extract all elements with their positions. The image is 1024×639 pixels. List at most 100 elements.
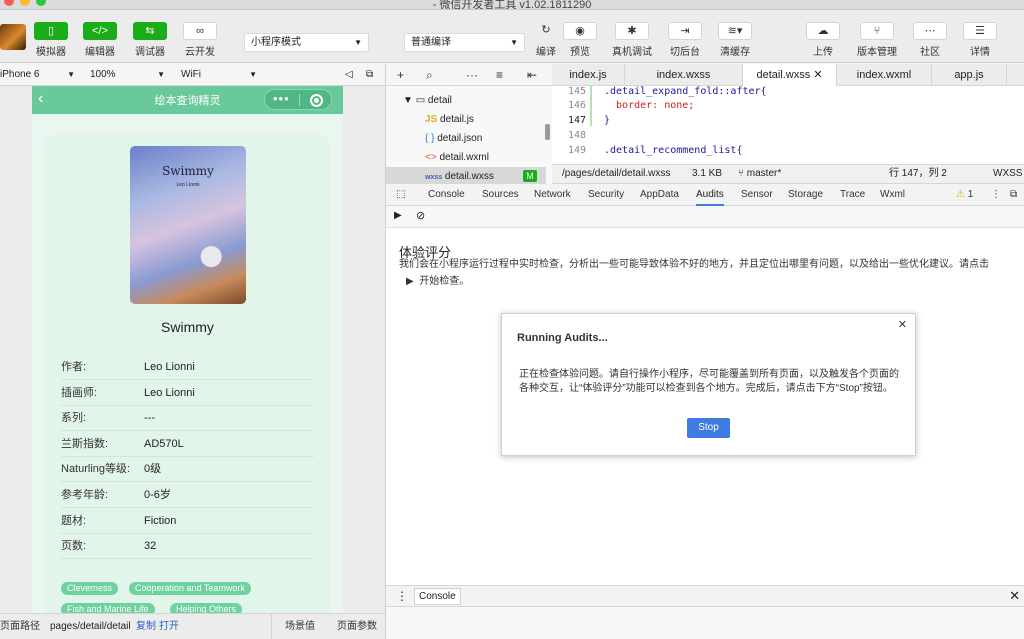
chevron-down-icon: ▼ — [510, 38, 518, 47]
tab-sources[interactable]: Sources — [482, 184, 519, 206]
tab-detail-wxss[interactable]: detail.wxss ✕ — [743, 64, 837, 87]
mode-select[interactable]: 小程序模式 ▼ — [244, 33, 369, 52]
tab-trace[interactable]: Trace — [840, 184, 865, 206]
upload-button[interactable]: ☁ 上传 — [799, 22, 847, 58]
editor-toggle[interactable]: </> 编辑器 — [76, 22, 124, 58]
stop-button[interactable]: Stop — [687, 418, 730, 438]
preview-button[interactable]: ◉ 预览 — [556, 22, 604, 58]
tab-index-wxss[interactable]: index.wxss — [625, 64, 743, 86]
detail-row: 页数: 32 — [61, 533, 314, 560]
clear-cache-button[interactable]: ≋▾ 清缓存 — [711, 22, 759, 58]
json-file-icon: { } — [425, 133, 435, 144]
warnings-badge[interactable]: ⚠ 1 — [956, 184, 973, 206]
volume-icon[interactable]: ◁ — [345, 67, 353, 83]
code-editor[interactable]: 145 .detail_expand_fold::after{ 146 bord… — [552, 86, 1024, 164]
file-detail-js[interactable]: JS detail.js — [425, 110, 474, 129]
add-icon[interactable]: + — [397, 64, 404, 86]
detail-value: Leo Lionni — [144, 361, 195, 373]
inspect-icon[interactable]: ⬚ — [396, 184, 405, 206]
avatar[interactable] — [0, 24, 26, 50]
detail-value: 0级 — [144, 463, 162, 476]
editor-status-bar: /pages/detail/detail.wxss 3.1 KB ⑂ maste… — [552, 164, 1024, 184]
detail-row: 兰斯指数: AD570L — [61, 431, 314, 457]
detail-value: 0-6岁 — [144, 489, 171, 501]
device-select[interactable]: iPhone 6 ▼ — [0, 67, 75, 83]
code-icon: </> — [83, 22, 117, 40]
zoom-select[interactable]: 100% ▼ — [90, 67, 165, 83]
running-audits-dialog: Running Audits... ✕ 正在检查体验问题。请自行操作小程序，尽可… — [501, 313, 916, 456]
detail-row: Naturling等级: 0级 — [61, 456, 314, 483]
copy-path-link[interactable]: 复制 — [136, 614, 156, 639]
tab-sensor[interactable]: Sensor — [741, 184, 773, 206]
close-tab-icon[interactable]: ✕ — [813, 69, 822, 81]
tab-security[interactable]: Security — [588, 184, 624, 206]
dock-icon[interactable]: ⧉ — [1010, 184, 1017, 206]
file-detail-wxml[interactable]: <> detail.wxml — [425, 148, 489, 167]
detail-key: Naturling等级: — [61, 463, 131, 476]
book-tag[interactable]: Fish and Marine Life — [61, 603, 155, 613]
detail-key: 题材: — [61, 514, 87, 527]
chevron-down-icon: ▼ — [249, 70, 257, 79]
tab-wxml[interactable]: Wxml — [880, 184, 905, 206]
start-audit-link[interactable]: ▶ 开始检查。 — [406, 272, 469, 287]
play-icon[interactable]: ▶ — [394, 210, 402, 221]
tab-index-js[interactable]: index.js — [552, 64, 625, 86]
close-drawer-icon[interactable]: ✕ — [1009, 588, 1020, 604]
detail-row: 插画师: Leo Lionni — [61, 380, 314, 406]
cloud-button[interactable]: ∞ 云开发 — [176, 22, 224, 58]
book-tag[interactable]: Helping Others — [170, 603, 243, 613]
drawer-tab-console[interactable]: Console — [414, 588, 461, 605]
remote-debug-button[interactable]: ✱ 真机调试 — [608, 22, 656, 58]
tab-console[interactable]: Console — [428, 184, 465, 206]
network-select[interactable]: WiFi ▼ — [181, 67, 257, 83]
window-title: - 微信开发者工具 v1.02.1811290 — [432, 0, 592, 10]
tab-storage[interactable]: Storage — [788, 184, 823, 206]
debugger-toggle[interactable]: ⇆ 调试器 — [126, 22, 174, 58]
record-icon[interactable] — [310, 94, 323, 107]
tab-appdata[interactable]: AppData — [640, 184, 679, 206]
layers-icon: ≋▾ — [718, 22, 752, 40]
chat-icon: ⋯ — [913, 22, 947, 40]
menu-icon: ☰ — [963, 22, 997, 40]
phone-icon: ▯ — [34, 22, 68, 40]
community-button[interactable]: ⋯ 社区 — [906, 22, 954, 58]
console-content[interactable] — [386, 607, 1024, 639]
filetree-scrollbar[interactable] — [545, 124, 550, 140]
folder-icon: ▭ — [415, 95, 426, 106]
folder-detail[interactable]: ▼ ▭ detail — [403, 91, 452, 110]
cursor-position[interactable]: 行 147，列 2 — [889, 165, 947, 183]
git-branch[interactable]: ⑂ master* — [738, 165, 781, 183]
play-icon: ▶ — [406, 276, 414, 287]
more-icon[interactable]: ··· — [466, 64, 478, 86]
search-icon[interactable]: ⌕ — [426, 64, 433, 86]
book-tag[interactable]: Cooperation and Teamwork — [129, 582, 251, 595]
tab-app-js[interactable]: app.js — [932, 64, 1007, 86]
compile-select[interactable]: 普通编译 ▼ — [404, 33, 525, 52]
simulator-toggle[interactable]: ▯ 模拟器 — [27, 22, 75, 58]
detach-window-icon[interactable]: ⧉ — [366, 67, 373, 83]
language-mode[interactable]: WXSS — [993, 165, 1022, 183]
book-tag[interactable]: Cleverness — [61, 582, 119, 595]
clear-icon[interactable]: ⊘ — [416, 209, 425, 222]
background-button[interactable]: ⇥ 切后台 — [661, 22, 709, 58]
close-icon[interactable]: ✕ — [898, 318, 907, 331]
details-button[interactable]: ☰ 详情 — [956, 22, 1004, 58]
detail-key: 作者: — [61, 361, 87, 373]
tab-audits[interactable]: Audits — [696, 184, 724, 206]
tab-network[interactable]: Network — [534, 184, 571, 206]
scene-value-button[interactable]: 场景值 — [285, 614, 315, 639]
capsule-menu[interactable]: ••• — [264, 89, 332, 110]
tab-index-wxml[interactable]: index.wxml — [837, 64, 932, 86]
devtools-menu-icon[interactable]: ⋮ — [991, 184, 1001, 206]
more-dots-icon[interactable]: ••• — [273, 92, 290, 106]
version-button[interactable]: ⑂ 版本管理 — [853, 22, 901, 58]
open-path-link[interactable]: 打开 — [159, 614, 179, 639]
branch-icon: ⑂ — [738, 168, 744, 179]
page-params-button[interactable]: 页面参数 — [337, 614, 377, 639]
split-icon[interactable]: ⇤ — [527, 64, 537, 86]
file-detail-wxss[interactable]: wxss detail.wxss — [425, 167, 494, 184]
file-detail-json[interactable]: { } detail.json — [425, 129, 482, 148]
collapse-icon[interactable]: ≡ — [496, 64, 503, 86]
drawer-menu-icon[interactable]: ⋮ — [396, 589, 408, 603]
console-drawer: ⋮ Console ✕ — [386, 585, 1024, 607]
